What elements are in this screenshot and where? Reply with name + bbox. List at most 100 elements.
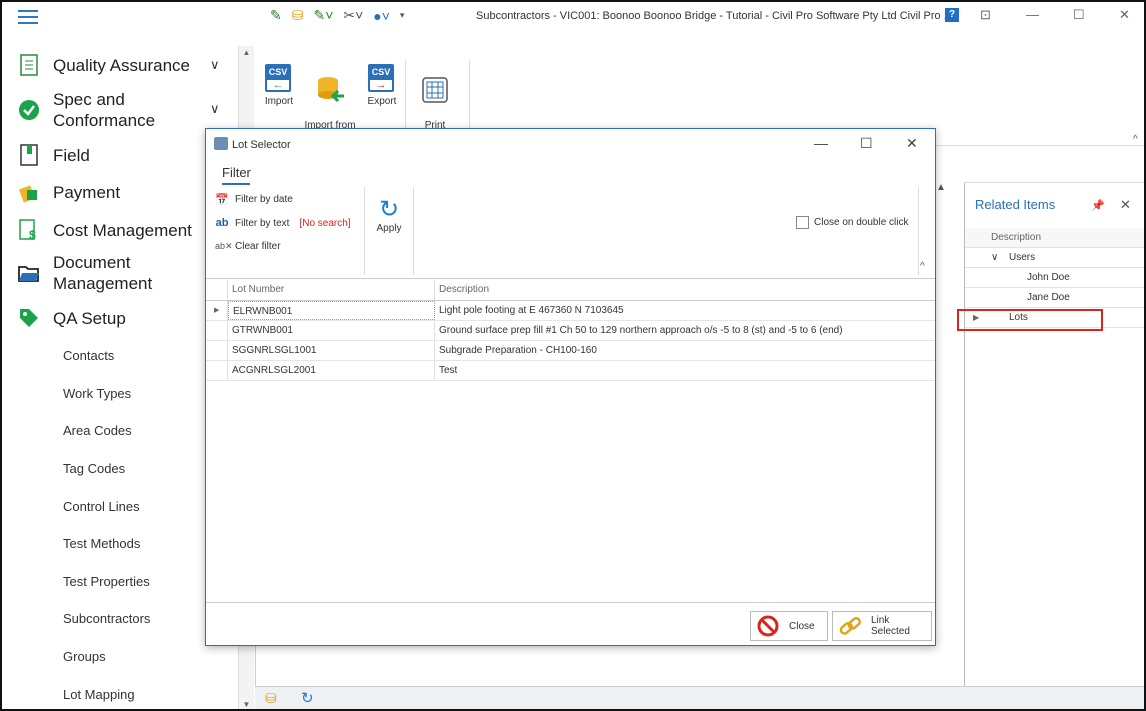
settings-dropdown-icon[interactable]: ✂˅ [343, 7, 363, 24]
tree-row-users[interactable]: ∨ Users [965, 248, 1144, 268]
lot-grid: Lot Number Description ▶ ELRWNB001 Light… [206, 280, 935, 602]
description-cell[interactable]: Light pole footing at E 467360 N 7103645 [435, 301, 935, 320]
tools-icon[interactable]: ✎ [270, 7, 282, 24]
minimize-icon[interactable]: — [1026, 7, 1039, 22]
text-filter-icon: ab [215, 217, 229, 229]
lot-number-cell[interactable]: ELRWNB001 [228, 301, 435, 320]
nav-cost-management[interactable]: $ Cost Management [18, 219, 192, 241]
nav-sub-groups[interactable]: Groups [63, 649, 106, 664]
export-button[interactable]: CSV → Export [365, 64, 399, 108]
column-header-description[interactable]: Description [435, 280, 935, 300]
related-items-title: Related Items [975, 197, 1056, 212]
database-icon[interactable]: ⛁ [292, 7, 304, 24]
nav-payment[interactable]: Payment [18, 181, 120, 203]
tree-row-jane-doe[interactable]: Jane Doe [965, 288, 1144, 308]
table-row[interactable]: ▶ ELRWNB001 Light pole footing at E 4673… [206, 301, 935, 321]
description-cell[interactable]: Test [435, 361, 935, 380]
dialog-maximize-icon[interactable]: ☐ [860, 135, 873, 152]
nav-sub-tag-codes[interactable]: Tag Codes [63, 461, 125, 476]
link-selected-label: Link Selected [870, 615, 910, 637]
nav-quality-assurance[interactable]: Quality Assurance [18, 54, 190, 76]
tools-dropdown-icon[interactable]: ✎˅ [313, 7, 333, 24]
filter-by-text-button[interactable]: ab Filter by text [No search] [215, 217, 351, 229]
lot-number-cell[interactable]: ACGNRLSGL2001 [228, 361, 435, 380]
checkbox-box[interactable] [796, 216, 809, 229]
scroll-down-icon[interactable]: ▼ [239, 700, 254, 709]
row-indicator [206, 341, 228, 360]
user-dropdown-icon[interactable]: ●˅ [373, 8, 390, 24]
nav-field[interactable]: Field [18, 144, 90, 166]
nav-sub-contacts[interactable]: Contacts [63, 348, 114, 363]
clear-filter-button[interactable]: ab✕ Clear filter [215, 241, 281, 252]
close-button[interactable]: Close [750, 611, 828, 641]
filter-by-date-button[interactable]: 📅 Filter by date [215, 193, 293, 206]
lot-selector-dialog: Lot Selector — ☐ ✕ Filter 📅 Filter by dat… [205, 128, 936, 646]
dialog-minimize-icon[interactable]: — [814, 135, 828, 151]
nav-sub-test-methods[interactable]: Test Methods [63, 536, 140, 551]
description-cell[interactable]: Subgrade Preparation - CH100-160 [435, 341, 935, 360]
navigation-panel: Quality Assurance ∨ Spec and Conformance… [2, 42, 238, 709]
close-on-double-click-checkbox[interactable]: Close on double click [796, 216, 909, 229]
filter-panel: 📅 Filter by date ab Filter by text [No sear… [206, 185, 935, 279]
chevron-down-icon[interactable]: ∨ [210, 101, 220, 117]
tab-filter[interactable]: Filter [222, 165, 251, 185]
ribbon-separator [405, 60, 406, 128]
nav-qa-setup[interactable]: QA Setup [18, 307, 126, 329]
nav-sub-subcontractors[interactable]: Subcontractors [63, 611, 150, 626]
bottom-toolbar: ⛁ ↻ [255, 686, 1144, 709]
maximize-icon[interactable]: ☐ [1073, 7, 1085, 23]
nav-sub-area-codes[interactable]: Area Codes [63, 423, 132, 438]
database-import-icon [316, 76, 344, 104]
nav-label: Spec and Conformance [53, 90, 156, 130]
nav-sub-control-lines[interactable]: Control Lines [63, 499, 140, 514]
table-row[interactable]: GTRWNB001 Ground surface prep fill #1 Ch… [206, 321, 935, 341]
close-window-icon[interactable]: ✕ [1119, 7, 1130, 23]
close-panel-icon[interactable]: ✕ [1120, 197, 1131, 213]
chevron-down-icon[interactable]: ∨ [210, 57, 220, 73]
collapse-ribbon-icon[interactable]: ^ [1133, 134, 1138, 145]
lot-number-cell[interactable]: SGGNRLSGL1001 [228, 341, 435, 360]
description-cell[interactable]: Ground surface prep fill #1 Ch 50 to 129… [435, 321, 935, 340]
hamburger-menu-icon[interactable] [18, 10, 38, 24]
refresh-icon: ↻ [378, 196, 400, 223]
scroll-up-icon[interactable]: ▲ [239, 48, 254, 57]
lot-number-cell[interactable]: GTRWNB001 [228, 321, 435, 340]
collapse-filter-icon[interactable]: ^ [920, 261, 925, 272]
help-icon[interactable]: ? [945, 8, 959, 22]
nav-sub-test-properties[interactable]: Test Properties [63, 574, 150, 589]
import-label: Import [264, 96, 294, 107]
pin-icon[interactable]: 📌 [1091, 199, 1105, 212]
no-entry-icon [755, 614, 781, 638]
nav-spec-conformance[interactable]: Spec and Conformance [18, 89, 155, 131]
apply-button[interactable]: ↻ Apply [374, 196, 404, 235]
nav-label: Quality Assurance [53, 55, 191, 75]
chevron-down-icon[interactable]: ∨ [991, 248, 998, 268]
refresh-icon[interactable]: ↻ [301, 689, 314, 707]
table-row[interactable]: ACGNRLSGL2001 Test [206, 361, 935, 381]
related-items-panel: Related Items 📌 ✕ Description ∨ Users Joh… [964, 182, 1144, 686]
tree-label: Users [1009, 252, 1036, 263]
dialog-close-icon[interactable]: ✕ [906, 135, 918, 152]
nav-sub-work-types[interactable]: Work Types [63, 386, 131, 401]
nav-sub-lot-mapping[interactable]: Lot Mapping [63, 687, 135, 702]
restore-ribbon-icon[interactable]: ⊡ [980, 7, 991, 23]
csv-text: CSV [268, 67, 288, 77]
column-header-lot-number[interactable]: Lot Number [228, 280, 435, 300]
link-selected-button[interactable]: Link Selected [832, 611, 932, 641]
nav-document-management[interactable]: Document Management [18, 252, 152, 294]
tree-row-john-doe[interactable]: John Doe [965, 268, 1144, 288]
clear-filter-icon: ab✕ [215, 241, 233, 251]
lot-selector-icon [214, 137, 228, 150]
import-button[interactable]: CSV ← Import [261, 64, 297, 108]
grid-scroll-up-icon[interactable]: ▲ [936, 182, 956, 202]
folder-icon [18, 262, 40, 284]
grid-icon [421, 76, 449, 104]
csv-export-icon: CSV → [368, 64, 394, 92]
csv-import-icon: CSV ← [265, 64, 291, 92]
nav-label: Payment [53, 182, 121, 202]
field-book-icon [18, 144, 40, 166]
database-edit-icon[interactable]: ⛁ [265, 690, 277, 707]
table-row[interactable]: SGGNRLSGL1001 Subgrade Preparation - CH1… [206, 341, 935, 361]
customize-toolbar-icon[interactable]: ▾ [400, 10, 405, 21]
quick-access-toolbar: ✎ ⛁ ✎˅ ✂˅ ●˅ ▾ [270, 7, 404, 24]
